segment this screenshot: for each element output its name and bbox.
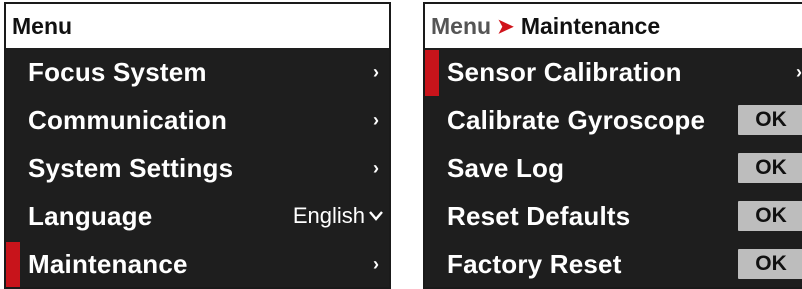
main-menu-panel: Menu Focus System › Communication › Syst… (4, 2, 391, 289)
selection-indicator (6, 98, 20, 144)
factory-reset-ok-button[interactable]: OK (738, 249, 802, 279)
selection-indicator (6, 50, 20, 96)
breadcrumb: Menu ➤ Maintenance (425, 4, 802, 48)
menu-item-calibrate-gyroscope: Calibrate Gyroscope OK (425, 96, 802, 144)
chevron-down-icon (369, 206, 383, 226)
reset-defaults-ok-button[interactable]: OK (738, 201, 802, 231)
maintenance-panel: Menu ➤ Maintenance Sensor Calibration › … (423, 2, 802, 289)
menu-title: Menu (12, 12, 73, 39)
selection-indicator (425, 194, 439, 240)
chevron-right-icon: › (373, 253, 379, 274)
menu-item-label: Factory Reset (447, 248, 622, 279)
breadcrumb-current: Maintenance (520, 12, 661, 39)
breadcrumb-root[interactable]: Menu (431, 13, 491, 40)
save-log-ok-button[interactable]: OK (738, 153, 802, 183)
chevron-right-icon: › (373, 61, 379, 82)
selection-indicator (425, 98, 439, 144)
menu-item-focus-system[interactable]: Focus System › (6, 48, 389, 96)
menu-item-label: Sensor Calibration (447, 56, 682, 87)
chevron-right-icon: › (796, 61, 802, 82)
menu-item-language[interactable]: Language English (6, 192, 389, 240)
menu-item-save-log: Save Log OK (425, 144, 802, 192)
breadcrumb-arrow-icon: ➤ (497, 15, 514, 38)
chevron-right-icon: › (373, 109, 379, 130)
menu-item-label: Communication (28, 104, 228, 135)
chevron-right-icon: › (373, 157, 379, 178)
menu-item-reset-defaults: Reset Defaults OK (425, 192, 802, 240)
menu-item-label: System Settings (28, 152, 234, 183)
language-select[interactable]: English (293, 203, 383, 229)
menu-item-factory-reset: Factory Reset OK (425, 240, 802, 287)
selection-indicator (6, 194, 20, 240)
menu-item-label: Maintenance (28, 248, 188, 279)
menu-item-label: Save Log (447, 152, 565, 183)
selection-indicator (425, 50, 439, 96)
language-value: English (292, 203, 365, 228)
menu-item-system-settings[interactable]: System Settings › (6, 144, 389, 192)
selection-indicator (425, 146, 439, 192)
menu-item-maintenance[interactable]: Maintenance › (6, 240, 389, 287)
menu-item-communication[interactable]: Communication › (6, 96, 389, 144)
menu-item-label: Calibrate Gyroscope (447, 104, 706, 135)
menu-item-label: Reset Defaults (447, 200, 631, 231)
selection-indicator (6, 146, 20, 192)
selection-indicator (425, 242, 439, 287)
menu-item-label: Focus System (28, 56, 207, 87)
menu-item-label: Language (28, 200, 153, 231)
menu-item-sensor-calibration[interactable]: Sensor Calibration › (425, 48, 802, 96)
selection-indicator (6, 242, 20, 287)
menu-header: Menu (6, 4, 389, 48)
calibrate-gyroscope-ok-button[interactable]: OK (738, 105, 802, 135)
